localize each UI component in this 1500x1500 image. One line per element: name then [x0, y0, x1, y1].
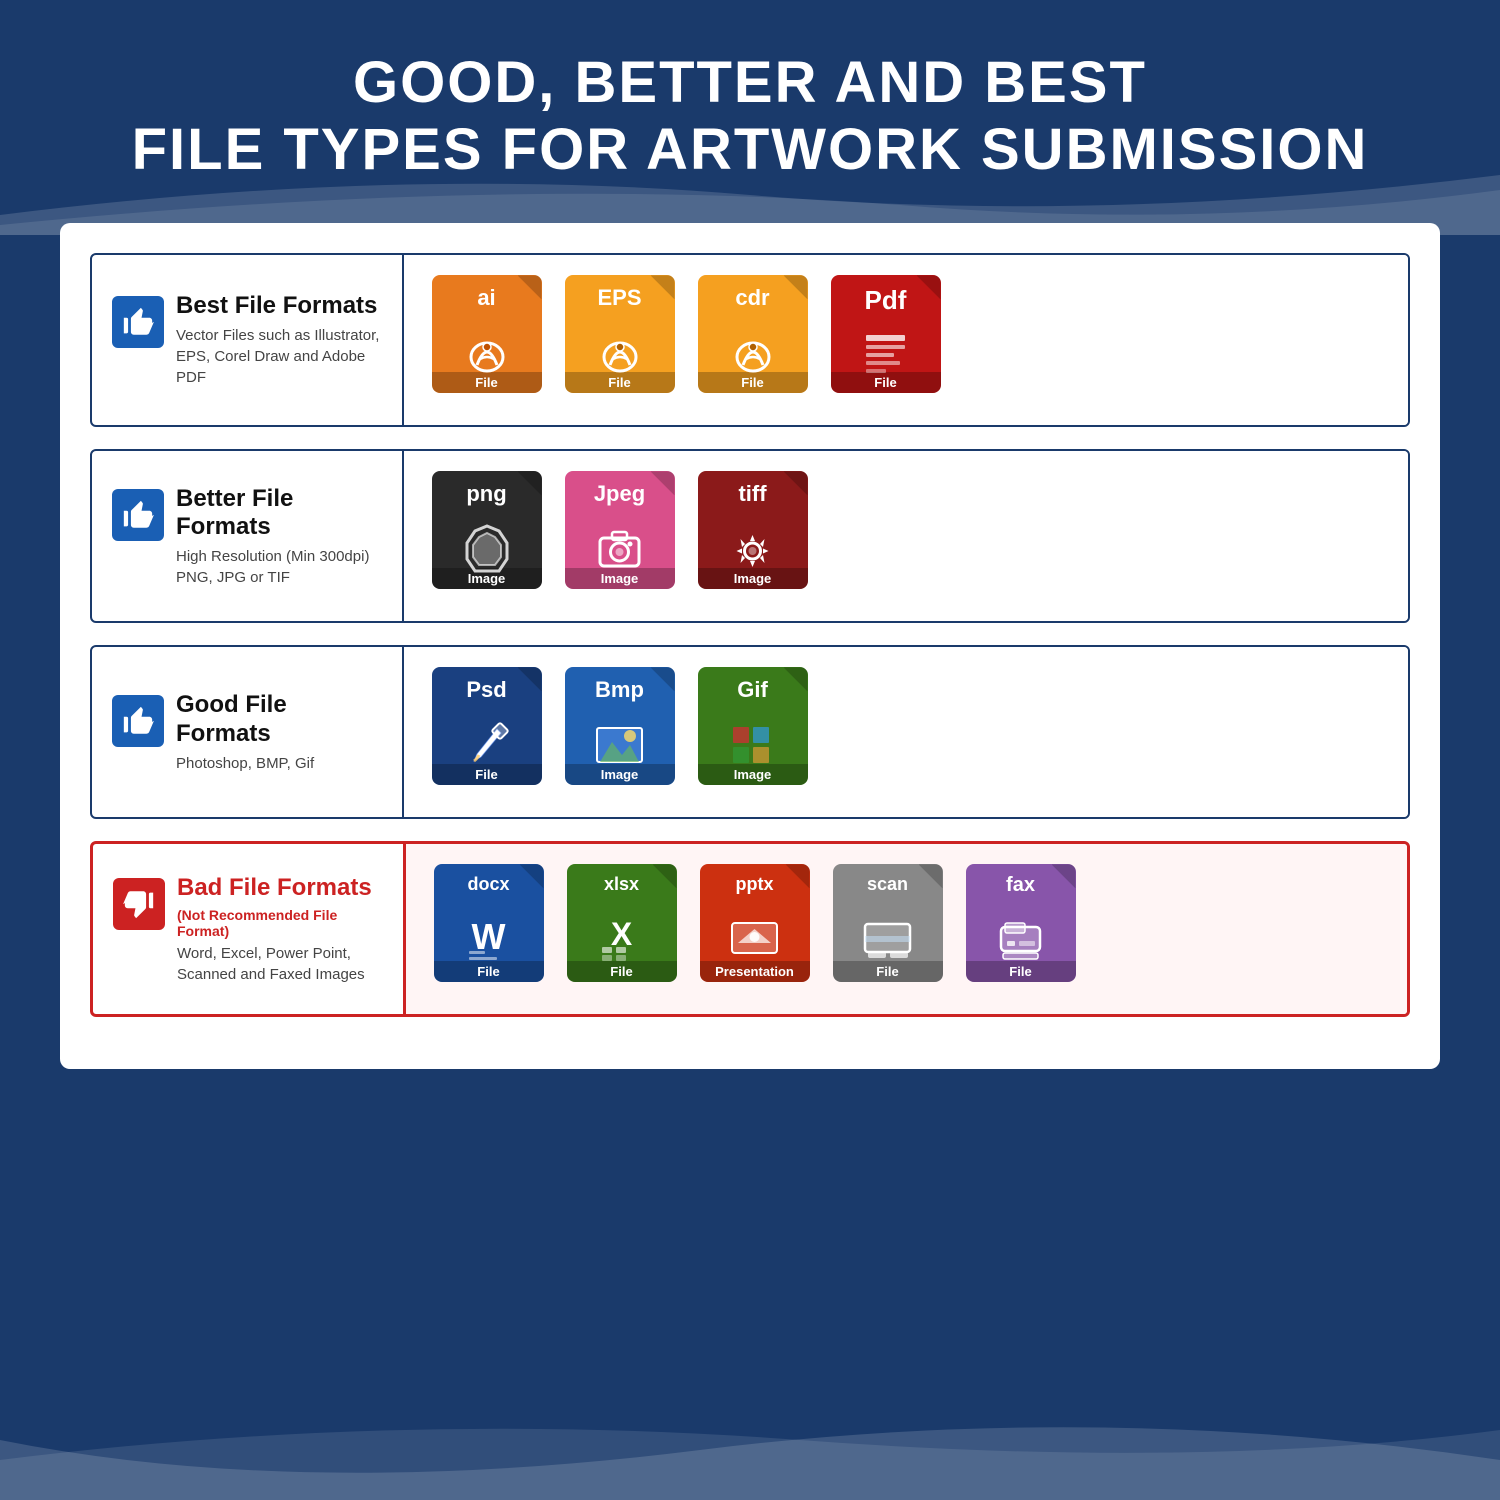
bad-thumb-icon — [113, 878, 165, 930]
scan-icon-img — [860, 914, 915, 964]
bad-icons-area: docx W File xlsx — [403, 844, 1407, 1014]
pdf-icon-img — [858, 331, 913, 379]
bad-title: Bad File Formats — [177, 874, 383, 903]
better-thumb-icon — [112, 489, 164, 541]
main-container: GOOD, BETTER AND BEST FILE TYPES FOR ART… — [0, 0, 1500, 1500]
psd-file-icon: Psd File — [429, 667, 544, 797]
tiff-file-shape: tiff — [698, 471, 808, 589]
jpeg-file-shape: Jpeg Image — [565, 471, 675, 589]
ai-icon-img — [462, 327, 512, 377]
ai-file-icon: ai File — [429, 275, 544, 405]
docx-icon-img: W — [461, 915, 516, 963]
pptx-file-icon: pptx Presentation — [697, 864, 812, 994]
bad-subtitle: (Not Recommended File Format) — [177, 907, 383, 939]
good-thumbup-icon — [121, 704, 155, 738]
good-icons-area: Psd File — [402, 647, 1408, 817]
xlsx-file-icon: xlsx X File — [564, 864, 679, 994]
better-icons-area: png Image Jpeg — [402, 451, 1408, 621]
better-label-area: Better File Formats High Resolution (Min… — [92, 467, 402, 607]
good-row: Good File Formats Photoshop, BMP, Gif Ps… — [90, 645, 1410, 819]
cdr-file-icon: cdr File — [695, 275, 810, 405]
svg-text:W: W — [472, 916, 506, 957]
bad-desc: Word, Excel, Power Point, Scanned and Fa… — [177, 943, 383, 985]
good-label-area: Good File Formats Photoshop, BMP, Gif — [92, 673, 402, 792]
best-desc: Vector Files such as Illustrator, EPS, C… — [176, 325, 382, 388]
good-label-text: Good File Formats Photoshop, BMP, Gif — [176, 691, 382, 774]
bad-label-text: Bad File Formats (Not Recommended File F… — [177, 874, 383, 985]
xlsx-file-shape: xlsx X File — [567, 864, 677, 982]
pdf-file-shape: Pdf File — [831, 275, 941, 393]
jpeg-icon-img — [592, 524, 647, 572]
thumbup-icon — [121, 305, 155, 339]
psd-file-shape: Psd File — [432, 667, 542, 785]
best-row: Best File Formats Vector Files such as I… — [90, 253, 1410, 427]
bmp-icon-img — [592, 720, 647, 768]
better-label-text: Better File Formats High Resolution (Min… — [176, 485, 382, 589]
cdr-file-shape: cdr File — [698, 275, 808, 393]
gif-icon-img — [725, 719, 780, 769]
fax-file-shape: fax File — [966, 864, 1076, 982]
better-title: Better File Formats — [176, 485, 382, 543]
bmp-file-shape: Bmp Image — [565, 667, 675, 785]
good-title: Good File Formats — [176, 691, 382, 749]
pptx-file-shape: pptx Presentation — [700, 864, 810, 982]
best-title: Best File Formats — [176, 292, 382, 321]
better-thumbup-icon — [121, 498, 155, 532]
eps-file-shape: EPS File — [565, 275, 675, 393]
header: GOOD, BETTER AND BEST FILE TYPES FOR ART… — [0, 0, 1500, 213]
gif-file-shape: Gif Image — [698, 667, 808, 785]
fax-icon-img — [993, 915, 1048, 965]
png-icon-img — [457, 521, 517, 576]
best-label-text: Best File Formats Vector Files such as I… — [176, 292, 382, 388]
gif-file-icon: Gif Image — [695, 667, 810, 797]
best-thumb-icon — [112, 296, 164, 348]
thumbdown-icon — [122, 887, 156, 921]
pdf-file-icon: Pdf File — [828, 275, 943, 405]
cdr-icon-img — [728, 327, 778, 377]
scan-file-icon: scan File — [830, 864, 945, 994]
png-file-shape: png Image — [432, 471, 542, 589]
eps-icon-img — [595, 327, 645, 377]
png-file-icon: png Image — [429, 471, 544, 601]
best-icons-area: ai File — [402, 255, 1408, 425]
header-line1: GOOD, BETTER AND BEST — [353, 50, 1147, 115]
better-row: Better File Formats High Resolution (Min… — [90, 449, 1410, 623]
docx-file-icon: docx W File — [431, 864, 546, 994]
content-area: Best File Formats Vector Files such as I… — [60, 223, 1440, 1069]
psd-icon-img — [459, 719, 514, 769]
jpeg-file-icon: Jpeg Image — [562, 471, 677, 601]
xlsx-icon-img: X — [594, 915, 649, 963]
header-line2: FILE TYPES FOR ARTWORK SUBMISSION — [132, 117, 1369, 182]
tiff-file-icon: tiff — [695, 471, 810, 601]
bad-label-area: Bad File Formats (Not Recommended File F… — [93, 856, 403, 1003]
good-thumb-icon — [112, 695, 164, 747]
bmp-file-icon: Bmp Image — [562, 667, 677, 797]
scan-file-shape: scan File — [833, 864, 943, 982]
bad-row: Bad File Formats (Not Recommended File F… — [90, 841, 1410, 1017]
pptx-icon-img — [727, 915, 782, 963]
header-title: GOOD, BETTER AND BEST FILE TYPES FOR ART… — [60, 50, 1440, 183]
docx-file-shape: docx W File — [434, 864, 544, 982]
best-label-area: Best File Formats Vector Files such as I… — [92, 274, 402, 406]
fax-file-icon: fax File — [963, 864, 1078, 994]
svg-text:X: X — [611, 916, 633, 952]
good-desc: Photoshop, BMP, Gif — [176, 753, 382, 774]
ai-file-shape: ai File — [432, 275, 542, 393]
tiff-icon-img — [725, 523, 780, 573]
eps-file-icon: EPS File — [562, 275, 677, 405]
better-desc: High Resolution (Min 300dpi) PNG, JPG or… — [176, 546, 382, 588]
